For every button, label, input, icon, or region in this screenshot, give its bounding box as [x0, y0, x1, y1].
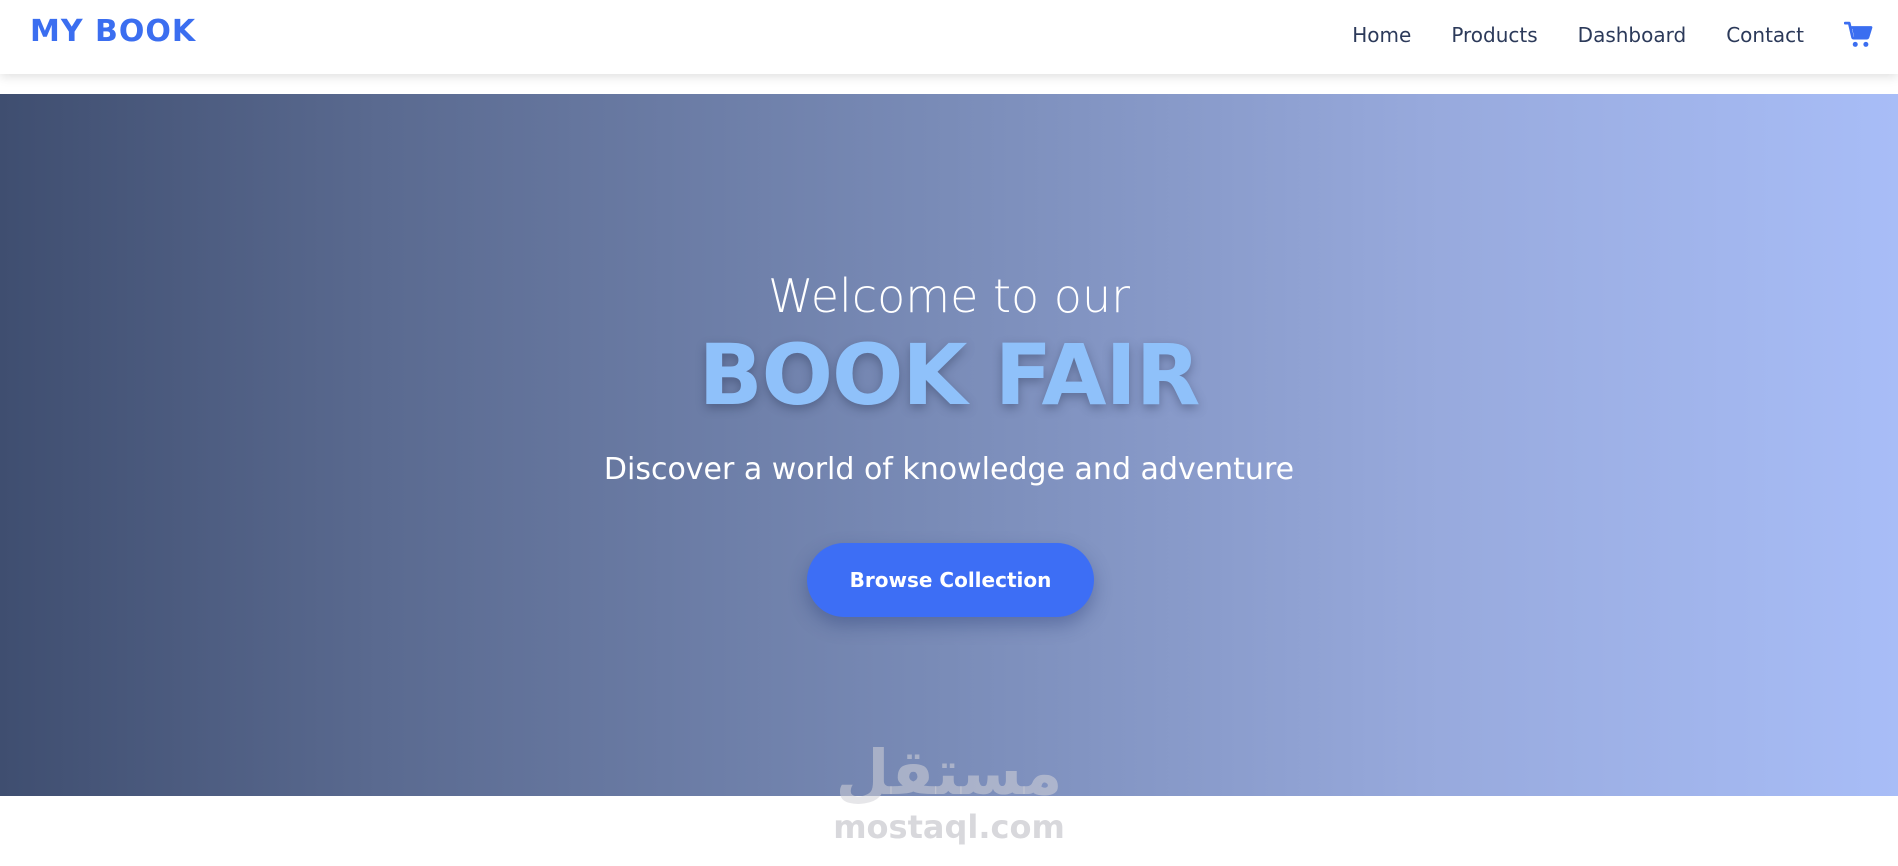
brand-logo[interactable]: MY BOOK	[30, 14, 196, 49]
nav-links: Home Products Dashboard Contact	[1352, 0, 1898, 70]
nav-link-home[interactable]: Home	[1352, 23, 1411, 47]
shopping-cart-icon[interactable]	[1844, 20, 1874, 50]
hero-section: Welcome to our BOOK FAIR Discover a worl…	[0, 94, 1898, 796]
hero-welcome-text: Welcome to our	[767, 269, 1131, 323]
nav-link-products[interactable]: Products	[1451, 23, 1537, 47]
top-navbar: MY BOOK Home Products Dashboard Contact	[0, 0, 1898, 74]
nav-link-dashboard[interactable]: Dashboard	[1578, 23, 1687, 47]
hero-subtitle: Discover a world of knowledge and advent…	[603, 452, 1295, 487]
nav-link-contact[interactable]: Contact	[1726, 23, 1804, 47]
hero-title: BOOK FAIR	[698, 326, 1201, 424]
browse-collection-button[interactable]: Browse Collection	[807, 543, 1094, 617]
watermark-latin: mostaql.com	[833, 808, 1065, 846]
